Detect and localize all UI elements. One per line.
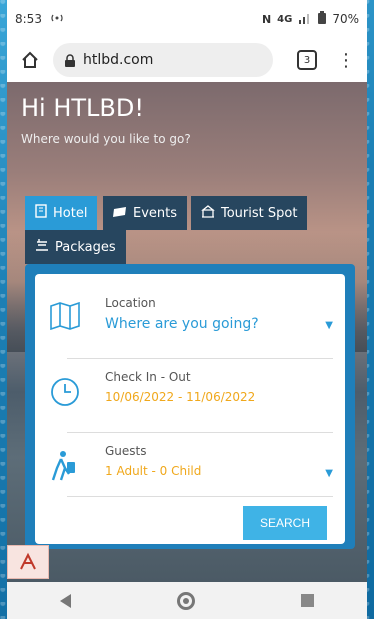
map-icon: [49, 301, 85, 338]
divider: [67, 432, 333, 433]
dates-label: Check In - Out: [105, 370, 191, 384]
search-button[interactable]: SEARCH: [243, 506, 327, 540]
lock-icon: [65, 53, 75, 67]
guests-field[interactable]: Guests 1 Adult - 0 Child ▼: [49, 444, 339, 494]
location-label: Location: [105, 296, 156, 310]
dates-value: 10/06/2022 - 11/06/2022: [105, 390, 256, 404]
hotspot-icon: [50, 12, 64, 27]
system-nav-bar: [7, 582, 367, 619]
tab-events[interactable]: Events: [103, 196, 188, 230]
browser-toolbar: htlbd.com 3 ⋮: [7, 38, 367, 82]
status-time: 8:53: [15, 12, 42, 26]
tab-switcher-button[interactable]: 3: [297, 50, 317, 70]
building-icon: [35, 204, 47, 222]
traveler-icon: [49, 450, 85, 486]
hero-title: Hi HTLBD!: [21, 94, 144, 122]
back-icon[interactable]: [60, 593, 71, 608]
battery-icon: [318, 11, 327, 27]
hero-section: Hi HTLBD! Where would you like to go? Ho…: [7, 82, 367, 582]
hero-subtitle: Where would you like to go?: [21, 132, 191, 146]
app-badge-icon[interactable]: [7, 545, 49, 579]
tab-events-label: Events: [133, 205, 178, 221]
divider: [67, 496, 333, 497]
recent-apps-icon[interactable]: [301, 594, 314, 607]
home-circle-icon[interactable]: [177, 591, 195, 610]
guests-value: 1 Adult - 0 Child: [105, 464, 202, 478]
divider: [67, 358, 333, 359]
location-value: Where are you going?: [105, 316, 259, 332]
search-card: Location Where are you going? ▼ Check In…: [35, 274, 345, 544]
status-bar: 8:53 N 4G 70%: [7, 0, 367, 38]
tab-packages-label: Packages: [55, 239, 116, 255]
tab-packages[interactable]: Packages: [25, 230, 126, 264]
tab-hotel[interactable]: Hotel: [25, 196, 98, 230]
home-icon[interactable]: [17, 47, 43, 73]
url-text: htlbd.com: [83, 52, 154, 68]
package-icon: [35, 239, 49, 255]
chevron-down-icon: ▼: [325, 320, 333, 331]
network-type: 4G: [277, 13, 293, 25]
tab-tourist-spot[interactable]: Tourist Spot: [191, 196, 308, 230]
guests-label: Guests: [105, 444, 147, 458]
clock-icon: [49, 376, 85, 412]
chevron-down-icon: ▼: [325, 468, 333, 479]
search-card-frame: Location Where are you going? ▼ Check In…: [25, 264, 355, 549]
phone-screen: 8:53 N 4G 70% htlbd.com 3 ⋮ Hi HTLBD! Wh…: [7, 0, 367, 619]
url-bar[interactable]: htlbd.com: [53, 43, 273, 77]
overflow-menu-icon[interactable]: ⋮: [337, 50, 355, 71]
checkin-checkout-field[interactable]: Check In - Out 10/06/2022 - 11/06/2022: [49, 370, 339, 420]
ticket-icon: [113, 206, 127, 221]
signal-icon: [298, 12, 312, 27]
nfc-icon: N: [261, 12, 272, 26]
landmark-icon: [201, 204, 215, 222]
tab-hotel-label: Hotel: [53, 205, 88, 221]
battery-level: 70%: [332, 12, 359, 26]
location-field[interactable]: Location Where are you going? ▼: [49, 296, 339, 346]
tab-tourist-spot-label: Tourist Spot: [221, 205, 298, 221]
